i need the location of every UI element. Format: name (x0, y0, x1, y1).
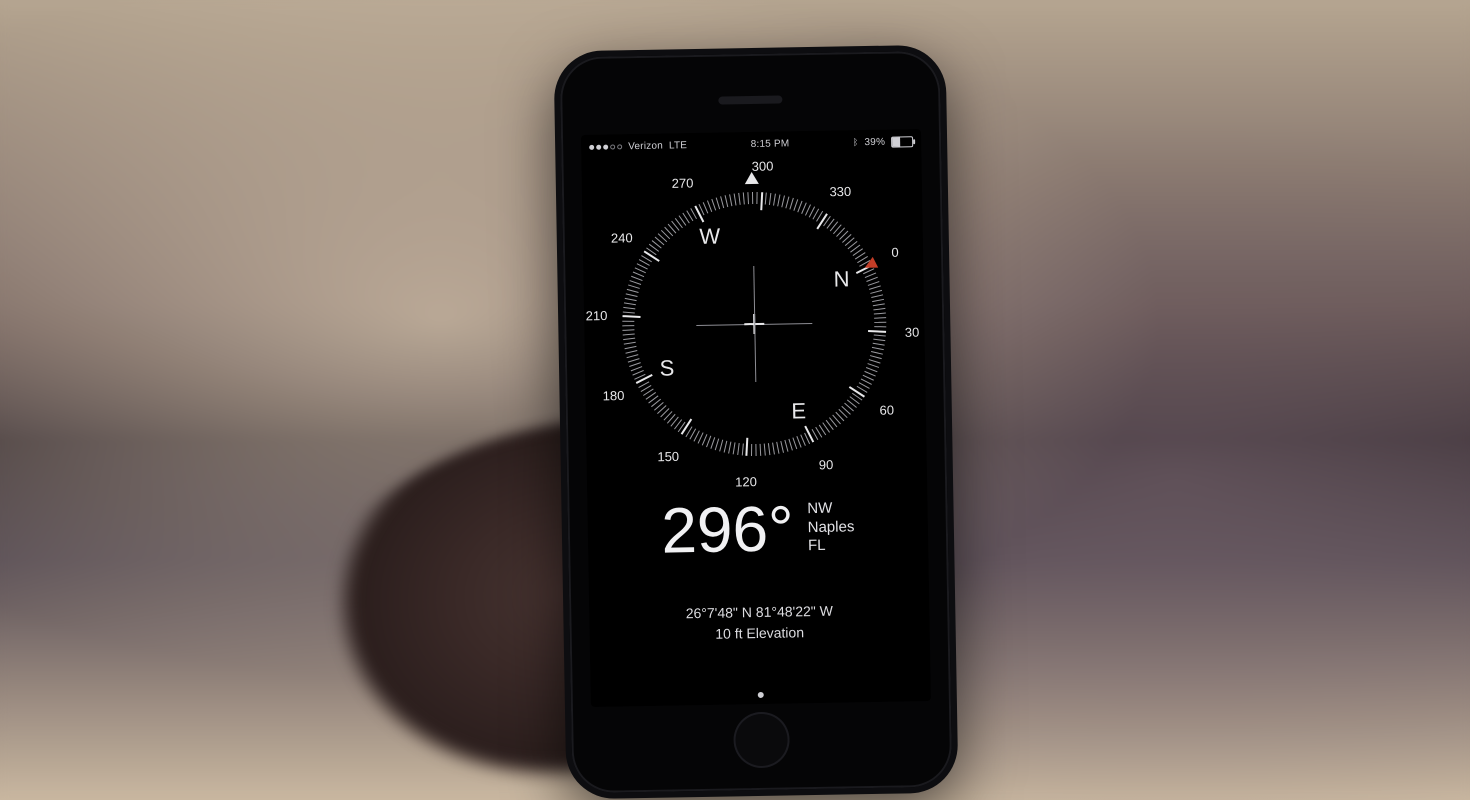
degree-label: 210 (586, 308, 608, 323)
heading-degrees: 296° (661, 491, 795, 567)
bluetooth-icon: ᛒ (853, 137, 859, 147)
degree-label: 330 (829, 184, 851, 199)
page-indicator-dot[interactable] (758, 692, 764, 698)
degree-label: 180 (603, 388, 625, 403)
battery-percent: 39% (864, 136, 885, 147)
location-region: FL (808, 537, 855, 557)
elevation: 10 ft Elevation (590, 620, 930, 647)
network-label: LTE (669, 140, 687, 151)
iphone-device: Verizon LTE 8:15 PM ᛒ 39% 0 30 60 90 120 150 1… (554, 45, 959, 800)
degree-label: 0 (891, 245, 898, 260)
carrier-label: Verizon (628, 140, 663, 152)
cardinal-e: E (791, 398, 806, 424)
signal-strength-icon (589, 144, 622, 150)
cardinal-n: N (833, 266, 849, 292)
cardinal-w: W (699, 224, 720, 250)
heading-cardinal: NW (807, 499, 854, 519)
home-button[interactable] (733, 711, 790, 768)
photo-background: Verizon LTE 8:15 PM ᛒ 39% 0 30 60 90 120 150 1… (0, 0, 1470, 800)
degree-label: 120 (735, 474, 757, 489)
heading-readout: 296° NW Naples FL (587, 489, 928, 569)
compass-app-screen[interactable]: Verizon LTE 8:15 PM ᛒ 39% 0 30 60 90 120 150 1… (581, 129, 931, 707)
status-bar: Verizon LTE 8:15 PM ᛒ 39% (581, 129, 921, 159)
degree-label: 150 (657, 449, 679, 464)
degree-label: 240 (611, 230, 633, 245)
battery-icon (891, 136, 913, 147)
clock: 8:15 PM (751, 138, 790, 150)
degree-label: 270 (672, 176, 694, 191)
degree-label: 90 (819, 457, 834, 472)
degree-label: 30 (905, 325, 920, 340)
degree-label: 300 (752, 159, 774, 174)
earpiece (718, 95, 782, 104)
location-city: Naples (808, 518, 855, 538)
coordinates-block: 26°7'48" N 81°48'22" W 10 ft Elevation (589, 599, 930, 647)
degree-label: 60 (879, 402, 894, 417)
compass-dial[interactable]: 0306090120150180210240270300330NESW (602, 171, 907, 476)
north-marker-icon (862, 257, 878, 273)
cardinal-s: S (659, 355, 674, 381)
